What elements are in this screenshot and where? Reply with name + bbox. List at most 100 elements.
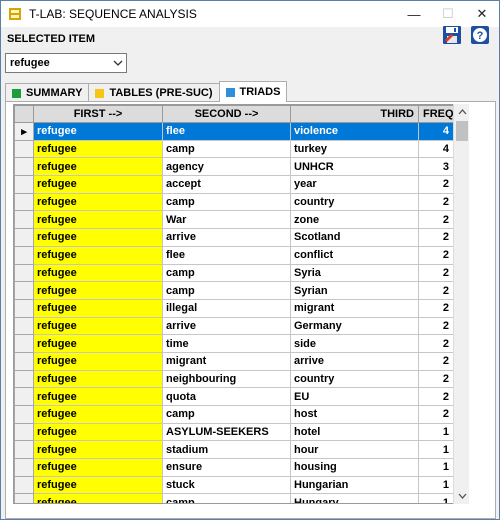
cell-freq[interactable]: 4 bbox=[418, 122, 454, 141]
scroll-up-icon[interactable] bbox=[454, 104, 470, 120]
table-row[interactable]: refugee illegal migrant 2 bbox=[14, 298, 454, 318]
cell-freq[interactable]: 2 bbox=[418, 263, 454, 283]
cell-second[interactable]: camp bbox=[162, 281, 291, 300]
cell-first[interactable]: refugee bbox=[33, 422, 163, 442]
row-header[interactable] bbox=[14, 263, 34, 283]
table-row[interactable]: refugee War zone 2 bbox=[14, 210, 454, 230]
cell-third[interactable]: turkey bbox=[290, 139, 419, 159]
cell-third[interactable]: Syria bbox=[290, 263, 419, 283]
cell-freq[interactable]: 1 bbox=[418, 458, 454, 477]
table-row[interactable]: refugee ASYLUM-SEEKERS hotel 1 bbox=[14, 422, 454, 442]
cell-third[interactable]: Syrian bbox=[290, 281, 419, 300]
cell-freq[interactable]: 1 bbox=[418, 422, 454, 442]
cell-third[interactable]: hour bbox=[290, 440, 419, 460]
selected-item-dropdown[interactable]: refugee bbox=[5, 53, 127, 73]
cell-second[interactable]: camp bbox=[162, 263, 291, 283]
cell-freq[interactable]: 2 bbox=[418, 369, 454, 389]
cell-freq[interactable]: 2 bbox=[418, 316, 454, 336]
table-row[interactable]: refugee arrive Germany 2 bbox=[14, 316, 454, 336]
cell-third[interactable]: country bbox=[290, 369, 419, 389]
row-header[interactable]: ▸ bbox=[14, 122, 34, 141]
cell-first[interactable]: refugee bbox=[33, 192, 163, 212]
cell-freq[interactable]: 2 bbox=[418, 228, 454, 247]
cell-freq[interactable]: 2 bbox=[418, 245, 454, 265]
cell-first[interactable]: refugee bbox=[33, 369, 163, 389]
cell-freq[interactable]: 1 bbox=[418, 440, 454, 460]
cell-third[interactable]: side bbox=[290, 334, 419, 353]
cell-second[interactable]: accept bbox=[162, 175, 291, 194]
table-row[interactable]: refugee camp host 2 bbox=[14, 405, 454, 424]
column-header-third[interactable]: THIRD bbox=[290, 105, 419, 123]
cell-third[interactable]: violence bbox=[290, 122, 419, 141]
table-row[interactable]: refugee camp Syria 2 bbox=[14, 263, 454, 283]
row-header[interactable] bbox=[14, 387, 34, 406]
cell-freq[interactable]: 2 bbox=[418, 351, 454, 371]
row-header[interactable] bbox=[14, 334, 34, 353]
cell-second[interactable]: War bbox=[162, 210, 291, 230]
table-row[interactable]: refugee arrive Scotland 2 bbox=[14, 228, 454, 247]
chevron-down-icon[interactable] bbox=[110, 60, 126, 66]
cell-second[interactable]: flee bbox=[162, 245, 291, 265]
cell-first[interactable]: refugee bbox=[33, 175, 163, 194]
row-header[interactable] bbox=[14, 210, 34, 230]
cell-second[interactable]: neighbouring bbox=[162, 369, 291, 389]
cell-freq[interactable]: 2 bbox=[418, 334, 454, 353]
cell-second[interactable]: quota bbox=[162, 387, 291, 406]
cell-freq[interactable]: 2 bbox=[418, 298, 454, 318]
cell-third[interactable]: Hungary bbox=[290, 493, 419, 503]
row-header[interactable] bbox=[14, 298, 34, 318]
table-row[interactable]: refugee quota EU 2 bbox=[14, 387, 454, 406]
cell-freq[interactable]: 4 bbox=[418, 139, 454, 159]
cell-third[interactable]: country bbox=[290, 192, 419, 212]
cell-freq[interactable]: 2 bbox=[418, 387, 454, 406]
table-row[interactable]: refugee time side 2 bbox=[14, 334, 454, 353]
cell-second[interactable]: illegal bbox=[162, 298, 291, 318]
cell-first[interactable]: refugee bbox=[33, 210, 163, 230]
cell-first[interactable]: refugee bbox=[33, 351, 163, 371]
column-header-first[interactable]: FIRST --> bbox=[33, 105, 163, 123]
cell-second[interactable]: camp bbox=[162, 493, 291, 503]
cell-first[interactable]: refugee bbox=[33, 316, 163, 336]
vertical-scrollbar[interactable] bbox=[453, 104, 469, 504]
row-header[interactable] bbox=[14, 157, 34, 177]
cell-freq[interactable]: 2 bbox=[418, 175, 454, 194]
cell-freq[interactable]: 3 bbox=[418, 157, 454, 177]
cell-first[interactable]: refugee bbox=[33, 387, 163, 406]
title-bar[interactable]: T-LAB: SEQUENCE ANALYSIS — ☐ ✕ bbox=[1, 1, 499, 27]
cell-first[interactable]: refugee bbox=[33, 440, 163, 460]
table-row[interactable]: refugee ensure housing 1 bbox=[14, 458, 454, 477]
cell-third[interactable]: conflict bbox=[290, 245, 419, 265]
cell-second[interactable]: ASYLUM-SEEKERS bbox=[162, 422, 291, 442]
row-header[interactable] bbox=[14, 228, 34, 247]
row-header[interactable] bbox=[14, 369, 34, 389]
tab-summary[interactable]: SUMMARY bbox=[5, 83, 90, 102]
row-header[interactable] bbox=[14, 192, 34, 212]
cell-freq[interactable]: 2 bbox=[418, 405, 454, 424]
row-header[interactable] bbox=[14, 175, 34, 194]
table-row[interactable]: ▸ refugee flee violence 4 bbox=[14, 122, 454, 141]
row-header[interactable] bbox=[14, 351, 34, 371]
cell-second[interactable]: migrant bbox=[162, 351, 291, 371]
cell-first[interactable]: refugee bbox=[33, 458, 163, 477]
table-row[interactable]: refugee camp Hungary 1 bbox=[14, 493, 454, 503]
table-row[interactable]: refugee camp Syrian 2 bbox=[14, 281, 454, 300]
cell-freq[interactable]: 2 bbox=[418, 281, 454, 300]
cell-first[interactable]: refugee bbox=[33, 139, 163, 159]
cell-third[interactable]: UNHCR bbox=[290, 157, 419, 177]
cell-third[interactable]: housing bbox=[290, 458, 419, 477]
row-header[interactable] bbox=[14, 405, 34, 424]
cell-first[interactable]: refugee bbox=[33, 122, 163, 141]
cell-first[interactable]: refugee bbox=[33, 493, 163, 503]
cell-third[interactable]: Germany bbox=[290, 316, 419, 336]
cell-third[interactable]: zone bbox=[290, 210, 419, 230]
cell-freq[interactable]: 2 bbox=[418, 192, 454, 212]
table-row[interactable]: refugee migrant arrive 2 bbox=[14, 351, 454, 371]
cell-second[interactable]: ensure bbox=[162, 458, 291, 477]
table-row[interactable]: refugee accept year 2 bbox=[14, 175, 454, 194]
cell-third[interactable]: EU bbox=[290, 387, 419, 406]
cell-first[interactable]: refugee bbox=[33, 245, 163, 265]
column-header-second[interactable]: SECOND --> bbox=[162, 105, 291, 123]
row-header[interactable] bbox=[14, 139, 34, 159]
cell-first[interactable]: refugee bbox=[33, 475, 163, 495]
cell-second[interactable]: arrive bbox=[162, 316, 291, 336]
